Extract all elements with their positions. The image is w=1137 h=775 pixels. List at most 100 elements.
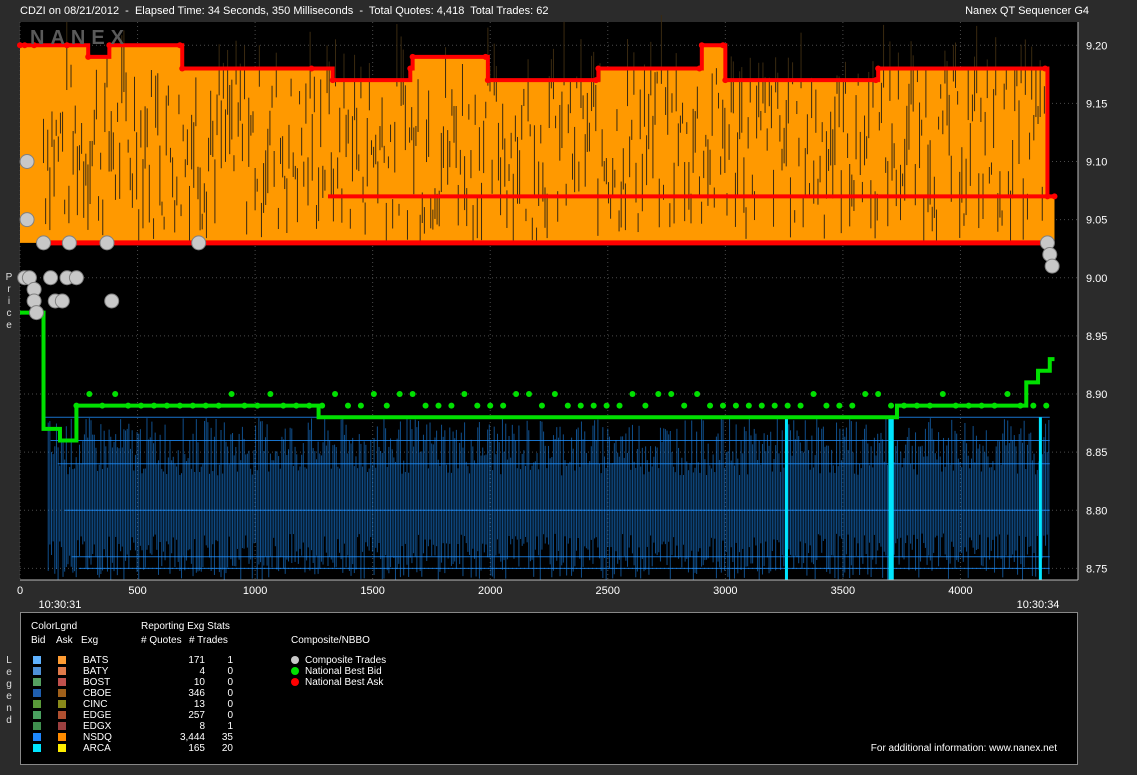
ask-swatch [58,733,66,741]
best-bid-marker [487,402,494,409]
trade-point [43,270,59,286]
x-tick-label: 3500 [831,585,855,597]
best-bid-marker [293,402,300,409]
ask-swatch [58,667,66,675]
best-ask-marker [407,65,414,72]
best-bid-marker [474,402,481,409]
x-tick-label: 2500 [596,585,620,597]
y-tick-label: 9.05 [1086,215,1107,227]
trade-point [68,270,84,286]
best-bid-marker [551,391,558,397]
best-bid-marker [370,391,377,397]
y-tick-label: 9.10 [1086,157,1107,169]
best-bid-marker [719,402,726,409]
ask-swatch [58,700,66,708]
exchange-quotes: 3,444 [179,732,205,743]
x-tick-label: 1500 [360,585,384,597]
best-bid-marker [163,402,170,409]
best-bid-marker [1043,402,1050,409]
exchange-row-arca: ARCA 165 20 [21,743,321,754]
best-bid-marker [396,391,403,397]
ask-swatch [58,689,66,697]
legend-col-bid: Bid [31,635,46,646]
best-ask-marker [698,42,705,49]
best-bid-marker [344,402,351,409]
exchange-trades: 0 [227,710,233,721]
best-bid-marker [86,391,93,397]
y-axis-label: Price [5,272,13,331]
composite-label: National Best Bid [305,666,382,677]
best-bid-marker [732,402,739,409]
trade-point [36,235,52,251]
exchange-row-bats: BATS 171 1 [21,655,321,666]
trade-point [104,293,120,309]
best-bid-marker [707,402,714,409]
ask-swatch [58,711,66,719]
composite-row: National Best Bid [291,666,382,677]
best-bid-marker [926,402,933,409]
y-tick-label: 8.75 [1086,563,1107,575]
best-ask-marker [308,65,315,72]
exchange-row-edgx: EDGX 8 1 [21,721,321,732]
best-bid-marker [409,391,416,397]
best-ask-marker [593,77,600,84]
best-ask-marker [872,77,879,84]
trade-point [191,235,207,251]
bid-swatch [33,667,41,675]
bid-swatch [33,722,41,730]
best-bid-marker [901,402,908,409]
best-bid-marker [176,402,183,409]
watermark: NANEX [30,27,130,49]
exchange-quotes: 346 [188,688,205,699]
exchange-quotes: 171 [188,655,205,666]
price-chart: NANEX 0 500 1000 1500 2000 2500 3000 3500 4000 8.7… [17,15,1107,611]
composite-dot [291,678,299,686]
best-bid-marker [267,391,274,397]
exchange-row-cboe: CBOE 346 0 [21,688,321,699]
bid-swatch [33,689,41,697]
best-bid-marker [461,391,468,397]
exchange-name: BATS [83,655,109,666]
best-bid-marker [448,402,455,409]
legend-composite-title: Composite/NBBO [291,635,370,646]
bid-swatch [33,700,41,708]
best-bid-marker [280,402,287,409]
best-bid-marker [500,402,507,409]
exchange-row-bost: BOST 10 0 [21,677,321,688]
best-ask-marker [482,53,489,60]
exchange-name: NSDQ [83,732,112,743]
x-tick-label: 500 [128,585,146,597]
best-bid-marker [564,402,571,409]
composite-dot [291,667,299,675]
best-bid-marker [538,402,545,409]
best-bid-marker [357,402,364,409]
best-bid-marker [694,391,701,397]
exchange-row-baty: BATY 4 0 [21,666,321,677]
best-ask-marker [179,65,186,72]
info-text: For additional information: www.nanex.ne… [870,743,1057,754]
best-bid-marker [668,391,675,397]
best-bid-marker [73,402,80,409]
best-ask-marker [409,53,416,60]
trade-point [1044,258,1060,274]
x-tick-label: 1000 [243,585,267,597]
best-bid-marker [306,402,313,409]
best-bid-marker [642,402,649,409]
legend-col-ask: Ask [56,635,73,646]
exchange-trades: 20 [221,743,233,754]
best-bid-marker [862,391,869,397]
best-bid-marker [577,402,584,409]
best-bid-marker [810,391,817,397]
y-tick-label: 9.00 [1086,273,1107,285]
time-label: 10:30:31 [39,599,82,611]
y-tick-label: 8.90 [1086,389,1107,401]
exchange-quotes: 13 [193,699,205,710]
legend-side-label: Legend [6,655,12,726]
exchange-name: CINC [83,699,108,710]
exchange-trades: 0 [227,666,233,677]
best-bid-marker [603,402,610,409]
best-bid-marker [383,402,390,409]
exchange-row-nsdq: NSDQ 3,444 35 [21,732,321,743]
x-tick-label: 4000 [948,585,972,597]
best-bid-marker [797,402,804,409]
